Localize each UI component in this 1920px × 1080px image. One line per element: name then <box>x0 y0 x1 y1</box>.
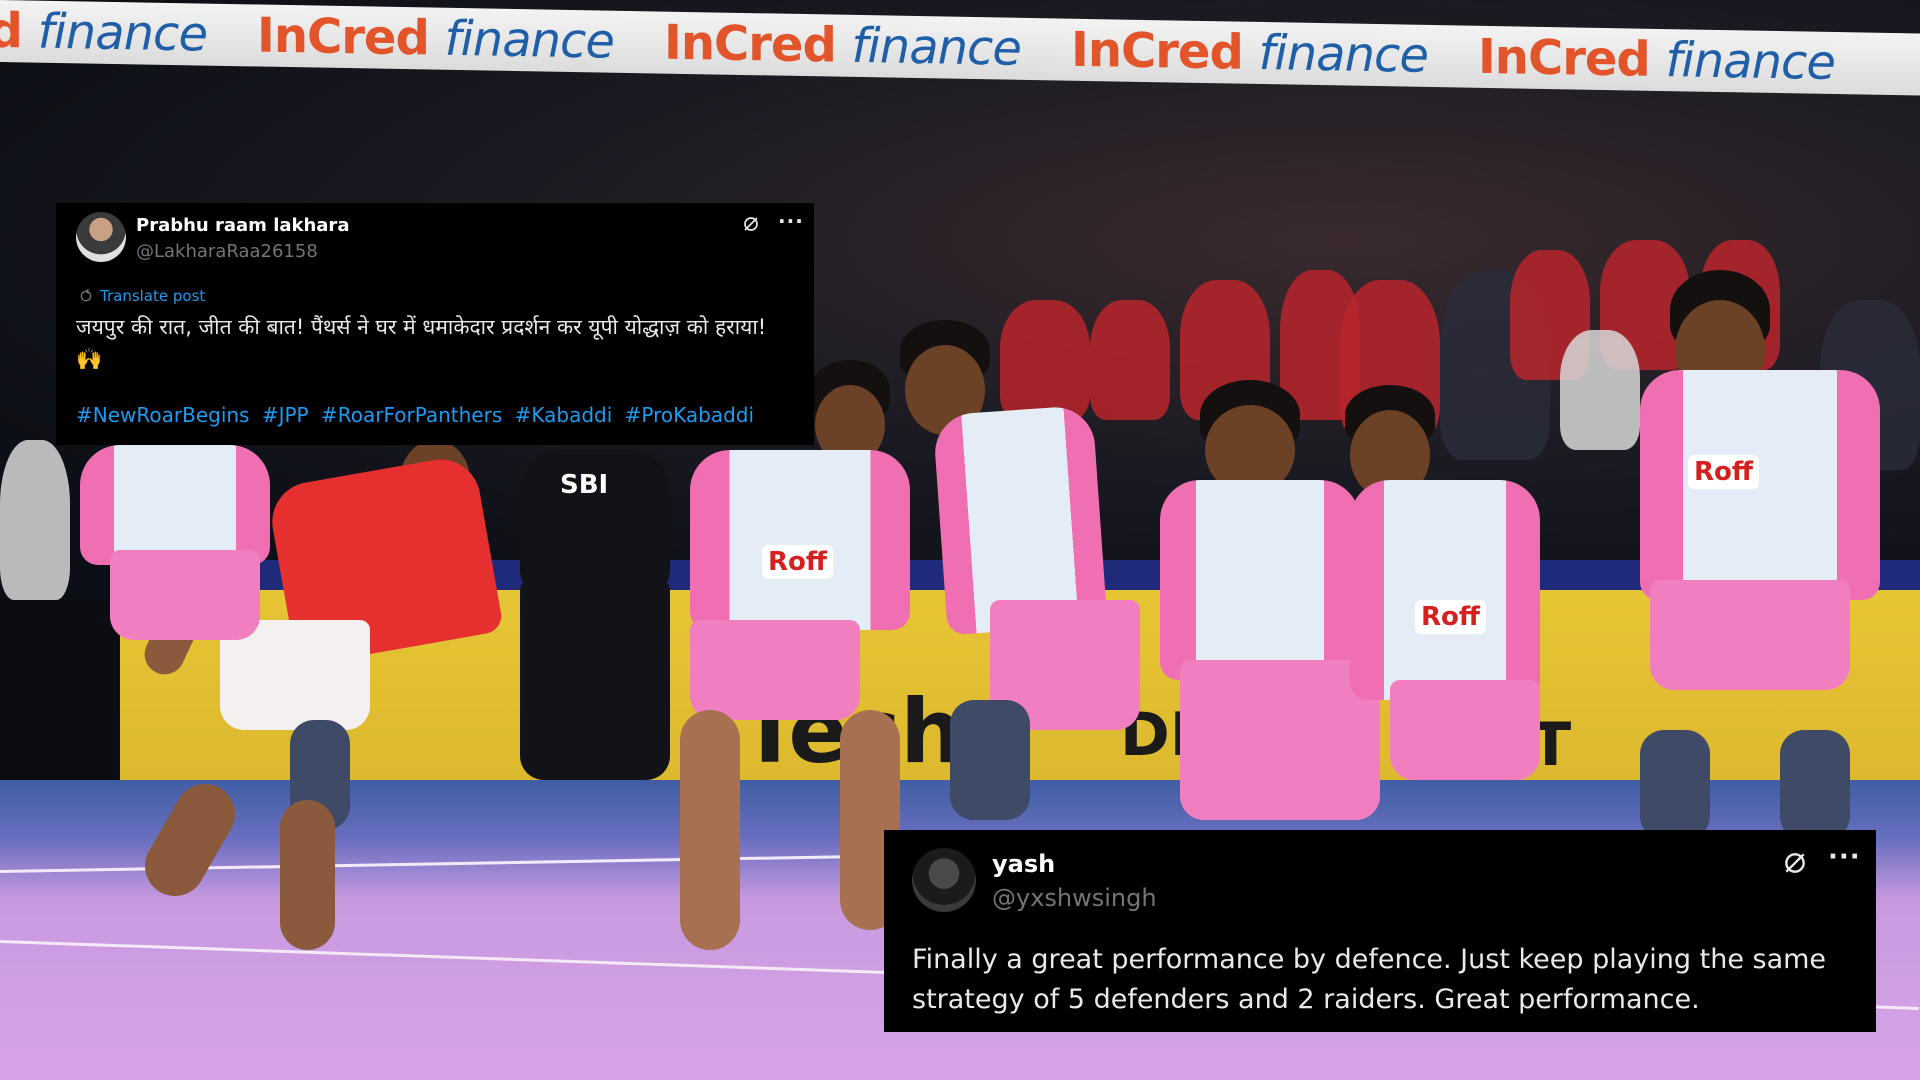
translate-icon <box>80 288 92 302</box>
hashtag[interactable]: #Kabaddi <box>515 403 613 427</box>
hashtag[interactable]: #NewRoarBegins <box>76 403 249 427</box>
grok-icon[interactable] <box>1782 850 1808 876</box>
spectator <box>1000 300 1090 420</box>
tweet-card[interactable]: Prabhu raam lakhara @LakharaRaa26158 ···… <box>56 203 814 445</box>
tweet-text: Finally a great performance by defence. … <box>912 944 1827 1015</box>
translate-post-label[interactable]: Translate post <box>100 287 205 305</box>
display-name[interactable]: Prabhu raam lakhara <box>136 215 349 236</box>
hashtag[interactable]: #RoarForPanthers <box>321 403 502 427</box>
hashtag[interactable]: #ProKabaddi <box>625 403 754 427</box>
jersey-sponsor: Roff <box>1415 600 1486 634</box>
display-name[interactable]: yash <box>992 850 1055 878</box>
more-options-icon[interactable]: ··· <box>778 209 804 233</box>
grok-icon[interactable] <box>742 215 760 233</box>
avatar[interactable] <box>912 848 976 912</box>
hashtag-list: #NewRoarBegins #JPP #RoarForPanthers #Ka… <box>76 403 760 427</box>
spectator <box>0 440 70 600</box>
user-handle[interactable]: @yxshwsingh <box>992 884 1157 912</box>
tweet-card[interactable]: yash @yxshwsingh ··· Finally a great per… <box>884 830 1876 1032</box>
spectator <box>1090 300 1170 420</box>
avatar[interactable] <box>76 212 126 262</box>
spectator <box>1560 330 1640 450</box>
more-options-icon[interactable]: ··· <box>1828 842 1861 872</box>
tweet-text: जयपुर की रात, जीत की बात! पैंथर्स ने घर … <box>76 315 767 371</box>
referee-logo: SBI <box>560 470 609 500</box>
jersey-sponsor: Roff <box>1688 455 1759 489</box>
translate-post-link[interactable]: Translate post <box>78 287 205 305</box>
jersey-sponsor: Roff <box>762 545 833 579</box>
hashtag[interactable]: #JPP <box>262 403 309 427</box>
user-handle[interactable]: @LakharaRaa26158 <box>136 241 318 262</box>
